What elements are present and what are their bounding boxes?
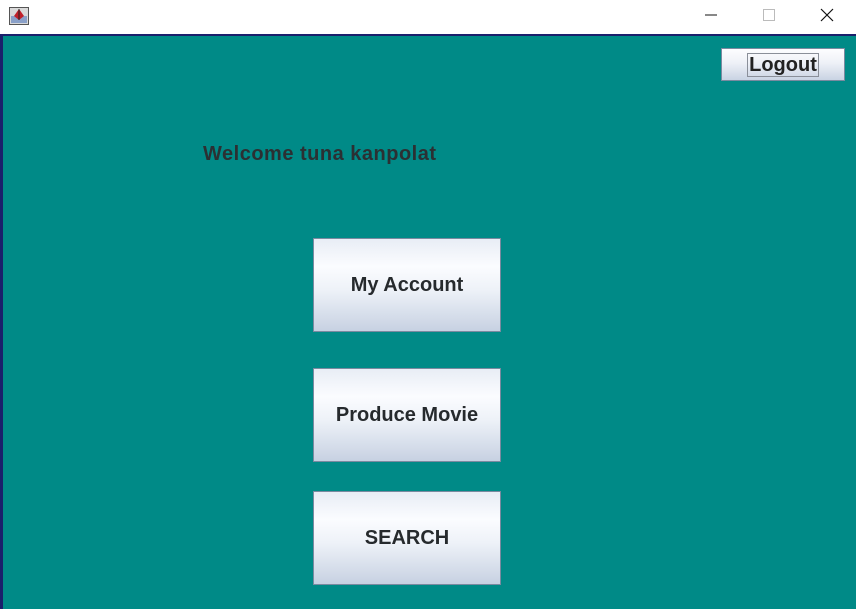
java-app-icon: [9, 7, 29, 25]
minimize-icon: [704, 8, 718, 27]
logout-label: Logout: [747, 52, 819, 77]
maximize-button[interactable]: [740, 0, 798, 34]
minimize-button[interactable]: [682, 0, 740, 34]
my-account-button[interactable]: My Account: [313, 238, 501, 332]
main-panel: Logout Welcome tuna kanpolat My Account …: [0, 34, 856, 609]
close-button[interactable]: [798, 0, 856, 34]
maximize-icon: [762, 8, 776, 27]
title-bar[interactable]: [0, 0, 856, 34]
logout-button[interactable]: Logout: [721, 48, 845, 81]
app-window: Logout Welcome tuna kanpolat My Account …: [0, 0, 856, 609]
search-button[interactable]: SEARCH: [313, 491, 501, 585]
welcome-text: Welcome tuna kanpolat: [203, 143, 437, 165]
produce-movie-button[interactable]: Produce Movie: [313, 368, 501, 462]
close-icon: [820, 8, 834, 27]
